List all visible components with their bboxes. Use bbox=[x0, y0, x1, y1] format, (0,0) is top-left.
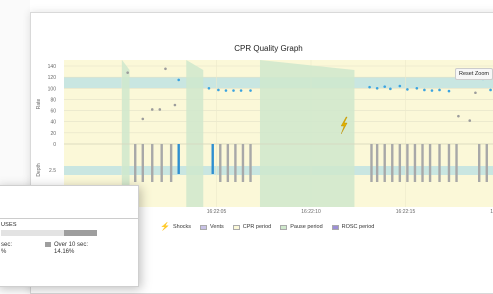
rate-point bbox=[375, 86, 379, 90]
vents-swatch bbox=[200, 224, 208, 230]
cpr-period-swatch bbox=[232, 224, 240, 230]
legend-shocks-label: Shocks bbox=[172, 224, 192, 230]
rate-point bbox=[398, 84, 402, 88]
rate-point bbox=[224, 89, 228, 92]
depth-bar bbox=[428, 144, 432, 182]
over-10-swatch bbox=[45, 242, 51, 247]
rate-point bbox=[217, 88, 220, 92]
depth-bar bbox=[169, 144, 173, 182]
rate-point bbox=[239, 89, 243, 92]
rate-point bbox=[423, 88, 426, 92]
rate-point bbox=[489, 88, 492, 92]
depth-bar bbox=[151, 144, 154, 182]
legend-rosc-period[interactable]: ROSC period bbox=[331, 224, 375, 230]
rate-tick-label: 120 bbox=[48, 75, 57, 81]
time-tick-label: 16:22:05 bbox=[207, 209, 227, 215]
rate-tick-label: 140 bbox=[48, 64, 57, 70]
rate-tick-label: 20 bbox=[50, 131, 56, 137]
pause-left-value: % bbox=[1, 249, 7, 255]
rate-point bbox=[457, 114, 460, 118]
depth-bar bbox=[160, 144, 163, 182]
legend-rosc-label: ROSC period bbox=[341, 224, 375, 230]
depth-bar bbox=[219, 144, 222, 182]
depth-bar bbox=[478, 144, 481, 182]
legend-pause-label: Pause period bbox=[290, 224, 323, 230]
depth-bar bbox=[406, 144, 409, 182]
depth-bar bbox=[413, 144, 417, 182]
legend-cpr-label: CPR period bbox=[242, 224, 272, 230]
time-tick-label: 16:22:15 bbox=[396, 209, 416, 215]
legend-shocks[interactable]: ⚡ Shocks bbox=[160, 223, 191, 231]
depth-bar bbox=[370, 144, 373, 182]
depth-bar bbox=[447, 144, 451, 182]
depth-tick-label: 2.5 bbox=[49, 168, 56, 174]
rate-point bbox=[207, 86, 211, 90]
rate-point bbox=[406, 88, 409, 91]
depth-bar bbox=[234, 144, 237, 182]
shock-icon: ⚡ bbox=[160, 222, 170, 231]
rate-point bbox=[126, 71, 129, 74]
rosc-period-swatch bbox=[331, 224, 339, 230]
rate-point bbox=[164, 67, 167, 71]
depth-bar bbox=[177, 144, 180, 174]
over-10-text: Over 10 sec: bbox=[54, 242, 89, 249]
pause-period-2 bbox=[259, 60, 355, 207]
rate-point bbox=[468, 119, 472, 122]
rate-point bbox=[430, 89, 434, 92]
depth-bar bbox=[226, 144, 230, 182]
legend-cpr-period[interactable]: CPR period bbox=[232, 224, 272, 230]
depth-bar bbox=[455, 144, 458, 182]
rate-axis-title: Rate bbox=[36, 99, 42, 110]
rate-point bbox=[474, 91, 477, 95]
depth-axis-title: Depth bbox=[36, 163, 42, 177]
legend-vents-label: Vents bbox=[210, 224, 224, 230]
rate-tick-label: 100 bbox=[48, 86, 57, 92]
pause-left-label: sec: bbox=[1, 242, 13, 248]
legend-vents[interactable]: Vents bbox=[200, 224, 224, 230]
rate-point bbox=[389, 87, 392, 91]
rate-point bbox=[232, 89, 235, 92]
rate-point bbox=[150, 108, 154, 111]
rate-point bbox=[438, 88, 441, 92]
rate-tick-label: 0 bbox=[53, 142, 56, 148]
rate-point bbox=[368, 85, 371, 89]
rate-point bbox=[383, 85, 387, 88]
depth-bar bbox=[398, 144, 402, 182]
rate-point bbox=[141, 117, 145, 121]
depth-bar bbox=[383, 144, 386, 182]
pause-distribution-fill bbox=[1, 230, 65, 236]
depth-bar bbox=[241, 144, 245, 182]
depth-bar bbox=[211, 144, 214, 174]
rate-point bbox=[447, 89, 451, 93]
depth-bar bbox=[391, 144, 394, 182]
depth-bar bbox=[375, 144, 379, 182]
rate-point bbox=[177, 78, 180, 82]
pause-period-swatch bbox=[280, 224, 288, 230]
rate-point bbox=[173, 103, 177, 107]
rate-tick-label: 80 bbox=[50, 97, 56, 103]
pause-over-10-label: Over 10 sec: bbox=[45, 242, 88, 248]
rate-point bbox=[249, 89, 252, 92]
time-tick-label: 16:22:10 bbox=[301, 209, 321, 215]
statistics-panel: USES sec: % Over 10 sec: 14.16% bbox=[0, 185, 139, 287]
depth-bar bbox=[141, 144, 144, 182]
rate-point bbox=[415, 86, 419, 90]
legend-pause-period[interactable]: Pause period bbox=[280, 224, 323, 230]
depth-bar bbox=[134, 144, 137, 182]
chart-legend: ⚡ Shocks Vents CPR period Pause period R… bbox=[160, 222, 374, 232]
pause-over-10-value: 14.16% bbox=[54, 249, 75, 255]
depth-bar bbox=[421, 144, 424, 182]
panel-divider bbox=[0, 218, 138, 219]
rate-tick-label: 60 bbox=[50, 109, 56, 115]
rate-tick-label: 40 bbox=[50, 120, 56, 126]
depth-bar bbox=[249, 144, 252, 182]
depth-bar bbox=[438, 144, 441, 182]
rate-point bbox=[158, 108, 162, 111]
pause-period-1 bbox=[186, 60, 204, 207]
reset-zoom-button[interactable]: Reset Zoom bbox=[455, 68, 493, 80]
depth-bar bbox=[485, 144, 488, 182]
pauses-heading: USES bbox=[1, 222, 17, 228]
